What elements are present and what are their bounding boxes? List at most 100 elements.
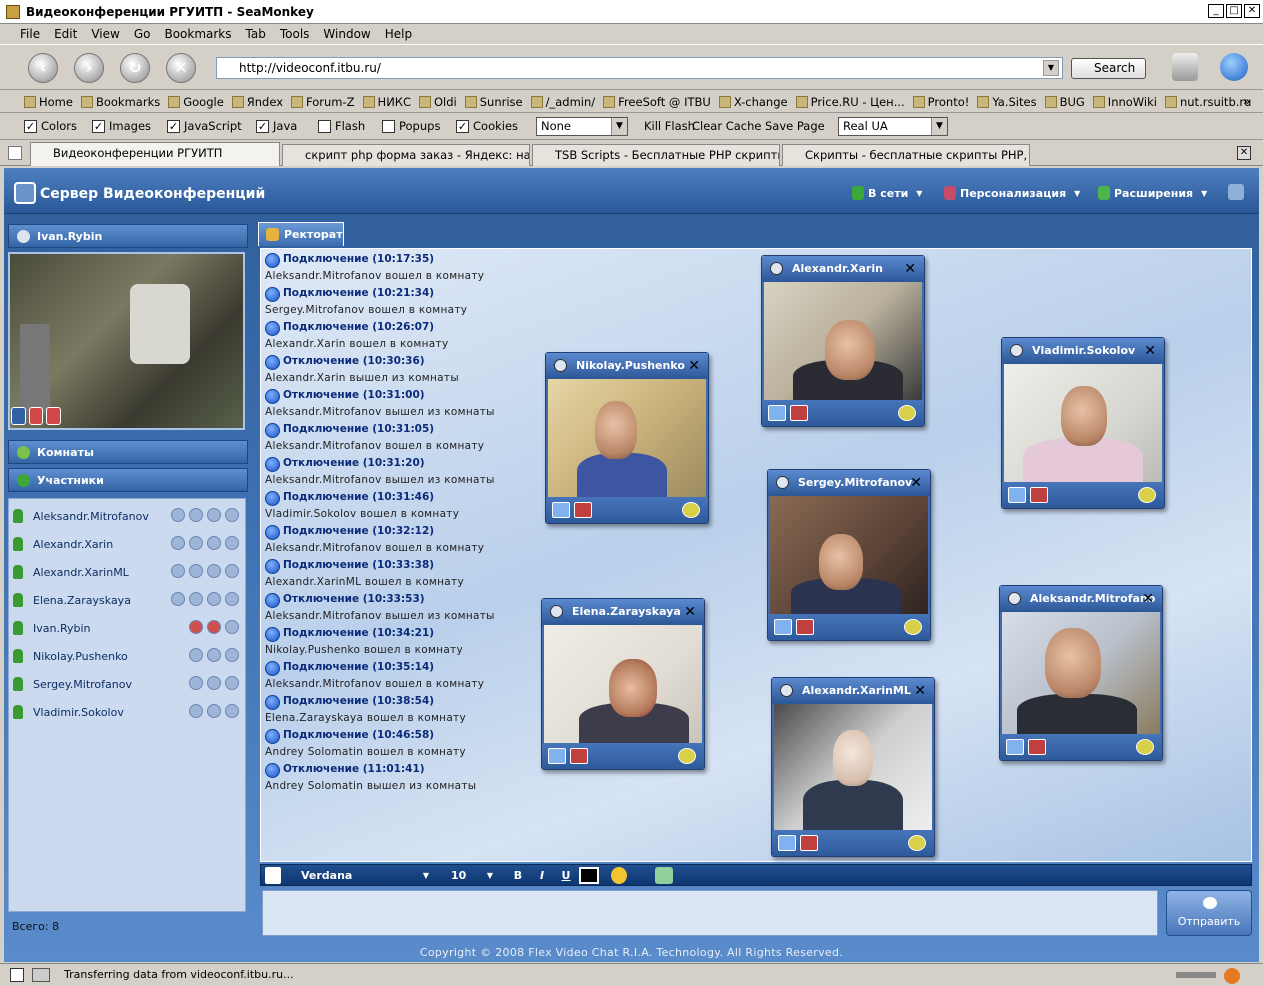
menu-extensions[interactable]: Расширения ▼: [1098, 186, 1207, 200]
menu-online[interactable]: В сети ▼: [852, 186, 922, 200]
tab-scripts[interactable]: Скрипты - бесплатные скрипты PHP, Per...: [782, 144, 1030, 166]
bookmark-yasites[interactable]: Ya.Sites: [977, 95, 1037, 109]
menu-go[interactable]: Go: [134, 27, 151, 41]
mic-off-icon[interactable]: [46, 407, 62, 425]
url-bar[interactable]: http://videoconf.itbu.ru/: [216, 57, 1063, 79]
eye-icon[interactable]: [171, 592, 185, 606]
chat-options-icon[interactable]: [655, 867, 673, 884]
mic-icon[interactable]: [189, 648, 203, 662]
forward-button[interactable]: ›: [74, 53, 104, 83]
options-icon[interactable]: [225, 704, 239, 718]
participant-row[interactable]: Alexandr.Xarin: [13, 533, 243, 555]
chevron-right-icon[interactable]: »: [1243, 94, 1250, 108]
video-window-xarin[interactable]: Alexandr.Xarin ✕: [761, 255, 925, 427]
message-input[interactable]: [262, 890, 1158, 936]
underline-button[interactable]: U: [559, 867, 573, 884]
options-icon[interactable]: [225, 536, 239, 550]
volume-icon[interactable]: [790, 405, 808, 421]
eye-icon[interactable]: [171, 508, 185, 522]
save-page-button[interactable]: Save Page: [765, 119, 825, 133]
bookmark-innowiki[interactable]: InnoWiki: [1092, 95, 1157, 109]
bookmark-sunrise[interactable]: Sunrise: [464, 95, 523, 109]
reload-button[interactable]: ↻: [120, 53, 150, 83]
new-document-icon[interactable]: [265, 867, 281, 884]
close-icon[interactable]: ✕: [688, 353, 700, 379]
webcam-icon[interactable]: [207, 536, 221, 550]
font-size-select[interactable]: 10 ▼: [451, 867, 495, 884]
screen-icon[interactable]: [768, 405, 786, 421]
checkbox-javascript[interactable]: ✓ JavaScript: [167, 119, 242, 133]
clear-cache-button[interactable]: Clear Cache: [692, 119, 762, 133]
zoom-icon[interactable]: [908, 835, 926, 851]
bookmark-yandex[interactable]: Яndex: [231, 95, 283, 109]
options-icon[interactable]: [225, 592, 239, 606]
zoom-icon[interactable]: [682, 502, 700, 518]
webcam-icon[interactable]: [207, 676, 221, 690]
checkbox-java[interactable]: ✓ Java: [256, 119, 297, 133]
screen-icon[interactable]: [548, 748, 566, 764]
video-window-elena[interactable]: Elena.Zarayskaya ✕: [541, 598, 705, 770]
bookmark-admin[interactable]: /_admin/: [530, 95, 595, 109]
screen-icon[interactable]: [1006, 739, 1024, 755]
participant-row[interactable]: Elena.Zarayskaya: [13, 589, 243, 611]
close-icon[interactable]: ✕: [1144, 338, 1156, 364]
volume-icon[interactable]: [570, 748, 588, 764]
maximize-button[interactable]: □: [1226, 4, 1242, 18]
tab-tsb[interactable]: TSB Scripts - Бесплатные PHP скрипты д..…: [532, 144, 780, 166]
bookmark-home[interactable]: Home: [24, 95, 73, 109]
menu-tools[interactable]: Tools: [280, 27, 310, 41]
volume-icon[interactable]: [1030, 487, 1048, 503]
webcam-icon[interactable]: [207, 704, 221, 718]
webcam-icon[interactable]: [207, 564, 221, 578]
webcam-icon[interactable]: [207, 508, 221, 522]
zoom-icon[interactable]: [904, 619, 922, 635]
bookmark-google[interactable]: Google: [168, 95, 224, 109]
video-window-sergey[interactable]: Sergey.Mitrofanov ✕: [767, 469, 931, 641]
participant-row[interactable]: Nikolay.Pushenko: [13, 645, 243, 667]
menu-tab[interactable]: Tab: [246, 27, 266, 41]
eye-icon[interactable]: [171, 564, 185, 578]
screen-icon[interactable]: [552, 502, 570, 518]
close-tab-icon[interactable]: ✕: [1237, 146, 1251, 160]
search-button[interactable]: Search: [1071, 58, 1146, 79]
exit-icon[interactable]: [1228, 184, 1244, 200]
sidebar-toggle-icon[interactable]: [10, 968, 24, 982]
options-icon[interactable]: [225, 676, 239, 690]
close-icon[interactable]: ✕: [684, 599, 696, 625]
video-window-nikolay[interactable]: Nikolay.Pushenko ✕: [545, 352, 709, 524]
screen-icon[interactable]: [774, 619, 792, 635]
close-icon[interactable]: ✕: [1142, 586, 1154, 612]
eye-icon[interactable]: [171, 536, 185, 550]
close-icon[interactable]: ✕: [910, 470, 922, 496]
bold-button[interactable]: B: [511, 867, 525, 884]
bookmark-niks[interactable]: НИКС: [362, 95, 411, 109]
video-window-sokolov[interactable]: Vladimir.Sokolov ✕: [1001, 337, 1165, 509]
settings-icon[interactable]: [11, 407, 26, 425]
mic-icon[interactable]: [189, 592, 203, 606]
bookmark-price[interactable]: Price.RU - Цен...: [795, 95, 905, 109]
options-icon[interactable]: [225, 564, 239, 578]
volume-icon[interactable]: [796, 619, 814, 635]
webcam-icon[interactable]: [207, 648, 221, 662]
send-button[interactable]: Отправить: [1166, 890, 1252, 936]
new-tab-icon[interactable]: [8, 146, 22, 160]
bookmark-bug[interactable]: BUG: [1044, 95, 1085, 109]
screen-icon[interactable]: [778, 835, 796, 851]
offline-icon[interactable]: [32, 968, 50, 982]
minimize-button[interactable]: _: [1208, 4, 1224, 18]
participant-row[interactable]: Alexandr.XarinML: [13, 561, 243, 583]
checkbox-colors[interactable]: ✓ Colors: [24, 119, 77, 133]
volume-icon[interactable]: [800, 835, 818, 851]
bookmark-nut[interactable]: nut.rsuitb.ru: [1164, 95, 1251, 109]
print-icon[interactable]: [1172, 53, 1198, 81]
mic-icon[interactable]: [189, 704, 203, 718]
close-icon[interactable]: ✕: [914, 678, 926, 704]
webcam-icon[interactable]: [207, 592, 221, 606]
back-button[interactable]: ‹: [28, 53, 58, 83]
checkbox-cookies[interactable]: ✓ Cookies: [456, 119, 518, 133]
screen-icon[interactable]: [1008, 487, 1026, 503]
menu-window[interactable]: Window: [323, 27, 370, 41]
user-agent-select[interactable]: Real UA ▼: [838, 117, 948, 136]
bookmark-pronto[interactable]: Pronto!: [912, 95, 969, 109]
zoom-icon[interactable]: [1136, 739, 1154, 755]
